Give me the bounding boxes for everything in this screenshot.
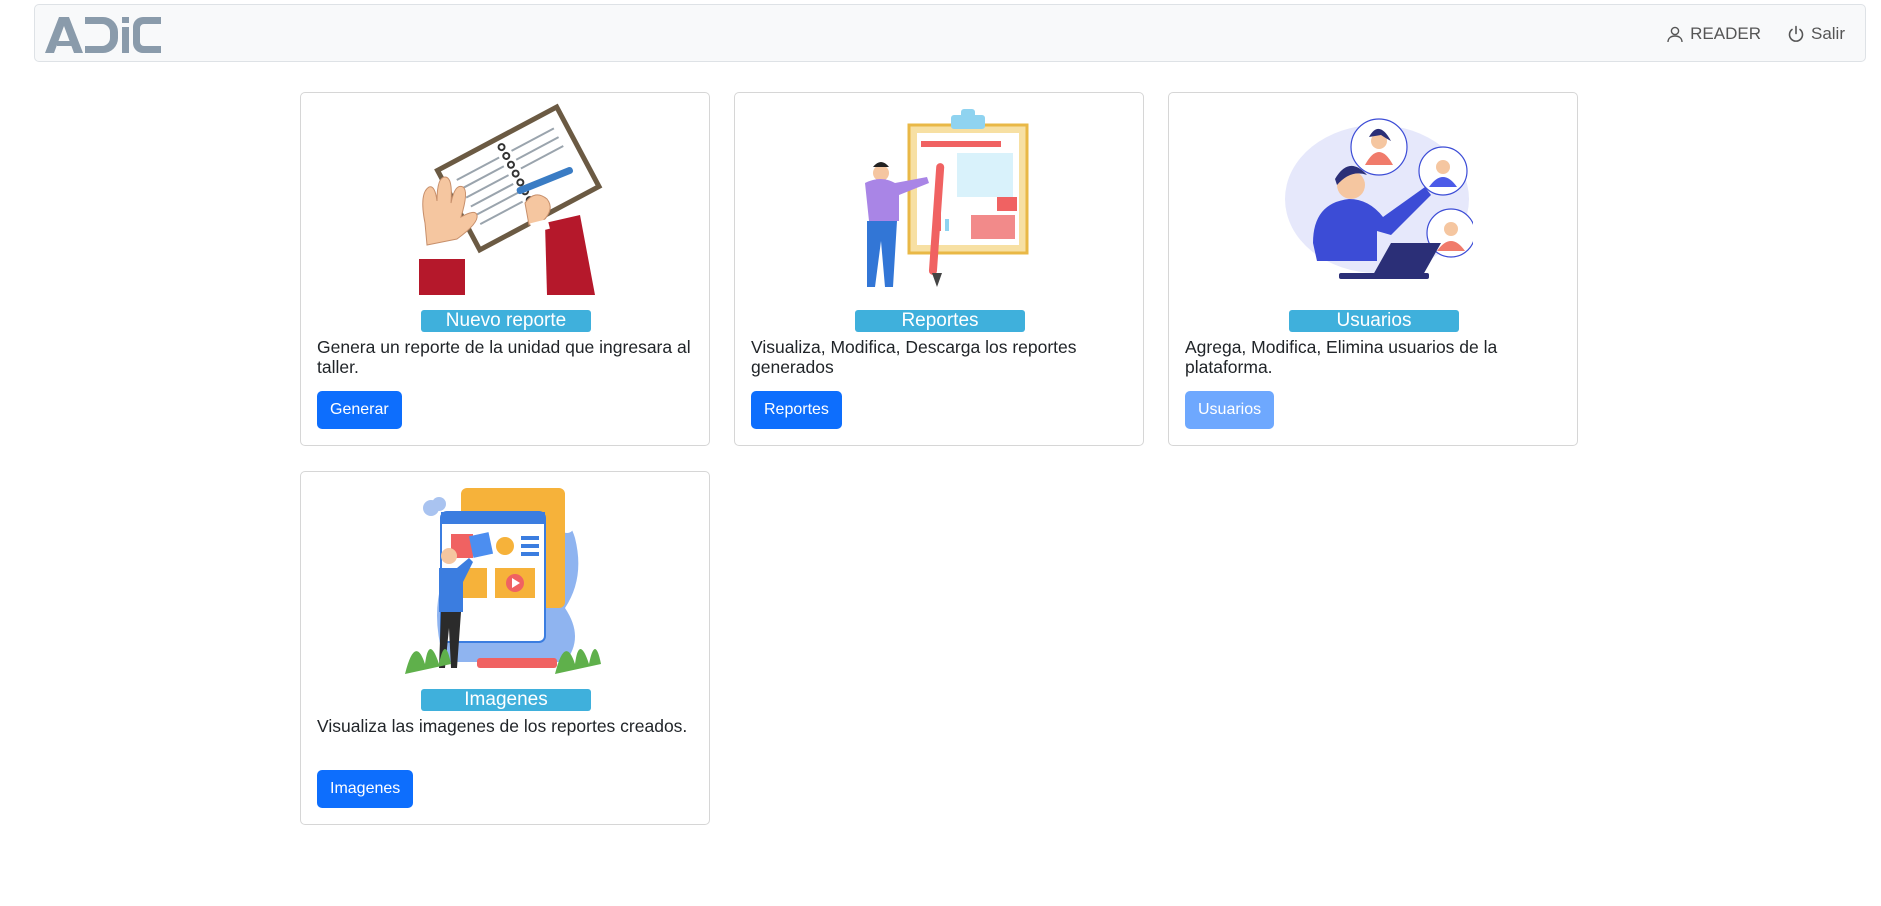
top-navbar: READER Salir: [34, 4, 1866, 62]
card-usuarios: Usuarios Agrega, Modifica, Elimina usuar…: [1168, 92, 1578, 446]
card-description: Agrega, Modifica, Elimina usuarios de la…: [1185, 337, 1498, 377]
writing-notebook-illustration: [419, 103, 603, 295]
power-icon: [1788, 25, 1804, 42]
generar-button[interactable]: Generar: [317, 391, 402, 429]
logout-label: Salir: [1810, 24, 1845, 43]
card-reportes: Reportes Visualiza, Modifica, Descarga l…: [734, 92, 1144, 446]
card-imagenes: Imagenes Visualiza las imagenes de los r…: [300, 471, 710, 825]
report-clipboard-illustration: [865, 109, 1029, 287]
user-menu[interactable]: READER: [1666, 24, 1761, 44]
adic-logo[interactable]: [43, 13, 163, 55]
card-description: Genera un reporte de la unidad que ingre…: [317, 337, 691, 377]
reportes-button[interactable]: Reportes: [751, 391, 842, 429]
imagenes-button[interactable]: Imagenes: [317, 770, 414, 808]
card-title: Usuarios: [1289, 310, 1459, 332]
image-gallery-illustration: [405, 488, 601, 674]
card-description: Visualiza las imagenes de los reportes c…: [317, 716, 688, 736]
users-network-illustration: [1285, 118, 1473, 279]
card-description: Visualiza, Modifica, Descarga los report…: [751, 337, 1077, 377]
user-icon: [1667, 26, 1683, 43]
card-title: Nuevo reporte: [421, 310, 591, 332]
card-title: Imagenes: [421, 689, 591, 711]
card-nuevo-reporte: Nuevo reporte Genera un reporte de la un…: [300, 92, 710, 446]
card-title: Reportes: [855, 310, 1025, 332]
logout-link[interactable]: Salir: [1787, 24, 1845, 44]
user-name: READER: [1690, 24, 1761, 43]
usuarios-button[interactable]: Usuarios: [1185, 391, 1275, 429]
